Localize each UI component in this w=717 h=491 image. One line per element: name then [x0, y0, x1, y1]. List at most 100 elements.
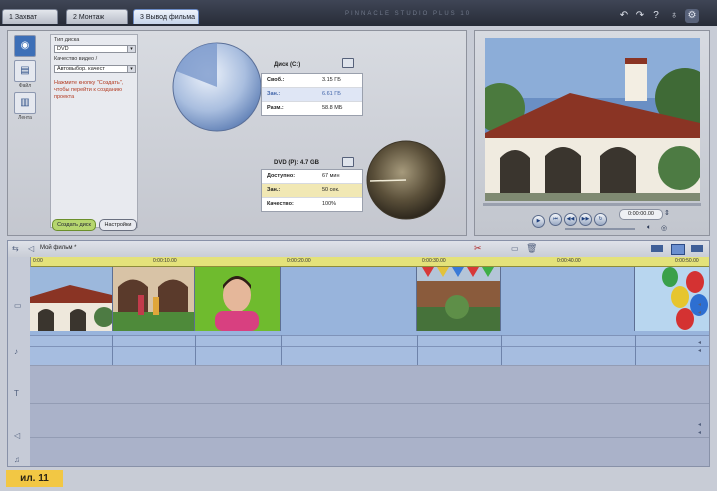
ruler-tick: 0:00	[33, 258, 43, 264]
music-track[interactable]	[30, 437, 709, 466]
disk-usage-pie	[172, 42, 262, 132]
edit-icon[interactable]: ▭	[511, 244, 519, 253]
speaker-icon[interactable]: ◁	[28, 244, 34, 253]
clip-divider	[112, 335, 113, 365]
video-quality-select[interactable]: Автовыбор. качест ▾	[54, 65, 136, 73]
ruler-tick: 0:00:20.00	[287, 258, 311, 264]
timecode-stepper-icon[interactable]: ⇕	[664, 209, 670, 217]
razor-icon[interactable]: ✂	[474, 243, 482, 254]
fast-forward-button[interactable]: ▶▶	[579, 213, 592, 226]
video-clip[interactable]	[635, 267, 709, 331]
output-type-selector: ◉ ▤ Файл ▥ Лента	[12, 34, 38, 124]
dvd-title: DVD (Р): 4.7 GB	[274, 160, 320, 166]
redo-icon[interactable]: ↷	[633, 9, 647, 23]
video-clip[interactable]	[113, 267, 195, 331]
settings-button[interactable]: Настройки	[99, 219, 137, 231]
video-track[interactable]	[30, 267, 709, 335]
rewind-button[interactable]: ◀◀	[564, 213, 577, 226]
track-volume-icon[interactable]: ◂ ◂	[698, 301, 701, 317]
preview-frame-image	[485, 38, 700, 201]
timecode-display[interactable]: 0:00:00.00	[619, 209, 663, 220]
file-output-icon[interactable]: ▤	[14, 60, 36, 82]
volume-icon[interactable]: 🔈︎	[647, 224, 651, 232]
table-row: Разм.: 58.8 МБ	[267, 105, 343, 111]
clip-divider	[635, 335, 636, 365]
video-clip[interactable]	[417, 267, 501, 331]
video-quality-label: Качество видео /	[54, 56, 98, 62]
ruler-tick: 0:00:50.00	[675, 258, 699, 264]
empty-clip-region[interactable]	[281, 267, 417, 331]
used-needle	[369, 179, 407, 182]
preview-screen	[485, 38, 700, 201]
track-headers: ▭ ♪ T ◁ ♫	[8, 257, 31, 466]
clip-divider	[281, 335, 282, 365]
disc-output-icon[interactable]: ◉	[14, 35, 36, 57]
track-volume-icon[interactable]: ◂ ◂	[698, 339, 701, 355]
play-button[interactable]: ▶	[532, 215, 545, 228]
tape-output-icon[interactable]: ▥	[14, 92, 36, 114]
sound-effect-track-icon[interactable]: ◁	[14, 431, 20, 440]
folder-icon[interactable]	[342, 58, 354, 68]
timeline-title: Мой фильм *	[40, 245, 77, 251]
go-to-start-button[interactable]: ⏮	[549, 213, 562, 226]
title-track[interactable]	[30, 365, 709, 404]
clip-divider	[501, 335, 502, 365]
top-bar: 1 Захват 2 Монтаж 3 Вывод фильма PINNACL…	[0, 0, 717, 26]
dvd-table: Доступно: 67 мин Зан.: 50 сек. Качество: 10…	[261, 169, 363, 212]
folder-icon[interactable]	[342, 157, 354, 167]
chevron-down-icon: ▾	[127, 66, 135, 72]
tape-output-label: Лента	[18, 115, 32, 121]
undo-icon[interactable]: ↶	[617, 9, 631, 23]
audio-track[interactable]	[30, 335, 709, 346]
audio-track-icon[interactable]: ♪	[14, 347, 18, 356]
tip-icon[interactable]: ♁	[667, 9, 681, 23]
text-view-icon[interactable]	[691, 245, 703, 252]
preview-player: ▶ ⏮ ◀◀ ▶▶ ↻ 0:00:00.00 ⇕ 🔈︎ ◎	[474, 30, 710, 236]
sound-effect-track[interactable]	[30, 403, 709, 438]
tab-make-movie[interactable]: 3 Вывод фильма	[133, 9, 199, 24]
volume-slider[interactable]	[565, 228, 635, 230]
table-row: Доступно: 67 мин	[262, 170, 362, 184]
table-row: Зан.: 6.61 ГБ	[262, 88, 362, 102]
video-track-icon[interactable]: ▭	[14, 301, 22, 310]
timeline-view-icon[interactable]	[671, 244, 685, 255]
storyboard-view-icon[interactable]	[651, 245, 663, 252]
help-icon[interactable]: ?	[649, 9, 663, 23]
trash-icon[interactable]: 🗑︎	[526, 243, 537, 254]
music-track-icon[interactable]: ♫	[14, 455, 20, 464]
clip-divider	[417, 335, 418, 365]
video-clip[interactable]	[30, 267, 113, 331]
ruler-tick: 0:00:40.00	[557, 258, 581, 264]
settings-icon[interactable]: ⚙	[685, 9, 699, 23]
tab-capture[interactable]: 1 Захват	[2, 9, 58, 24]
video-clip[interactable]	[195, 267, 281, 331]
disc-type-label: Тип диска	[54, 37, 80, 43]
title-track-icon[interactable]: T	[14, 389, 19, 398]
loop-button[interactable]: ↻	[594, 213, 607, 226]
dvd-usage-gauge	[366, 140, 446, 220]
timeline-header: ⇆ ◁ Мой фильм * ✂ ▭ 🗑︎	[8, 241, 709, 257]
table-row: Своб.: 3.15 ГБ	[262, 74, 362, 88]
status-hint: Нажмите кнопку "Создать", чтобы перейти …	[54, 80, 124, 100]
timeline-mode-icon[interactable]: ⇆	[12, 244, 19, 253]
empty-clip-region[interactable]	[501, 267, 635, 331]
ruler-tick: 0:00:30.00	[422, 258, 446, 264]
preview-scrubber[interactable]	[483, 203, 701, 206]
file-output-label: Файл	[18, 83, 32, 89]
disc-output-panel: ◉ ▤ Файл ▥ Лента Тип диска DVD ▾ Качество…	[7, 30, 467, 236]
fullscreen-icon[interactable]: ◎	[661, 224, 667, 232]
disc-settings-column: Тип диска DVD ▾ Качество видео / Автовыбо…	[50, 34, 138, 228]
disc-type-select[interactable]: DVD ▾	[54, 45, 136, 53]
tab-edit[interactable]: 2 Монтаж	[66, 9, 128, 24]
create-disc-button[interactable]: Создать диск	[52, 219, 96, 231]
overlay-track[interactable]	[30, 346, 709, 365]
table-row: Качество: 100%	[267, 201, 337, 207]
clip-divider	[195, 335, 196, 365]
ruler-tick: 0:00:10.00	[153, 258, 177, 264]
chevron-down-icon: ▾	[127, 46, 135, 52]
table-row: Зан.: 50 сек.	[262, 184, 362, 198]
timeline-ruler[interactable]: 0:00 0:00:10.00 0:00:20.00 0:00:30.00 0:…	[30, 257, 709, 267]
timeline-panel: ⇆ ◁ Мой фильм * ✂ ▭ 🗑︎ 0:00 0:00:10.00 0…	[7, 240, 710, 467]
track-volume-icon[interactable]: ◂ ◂	[698, 421, 701, 437]
disk-c-title: Диск (C:)	[274, 62, 301, 68]
